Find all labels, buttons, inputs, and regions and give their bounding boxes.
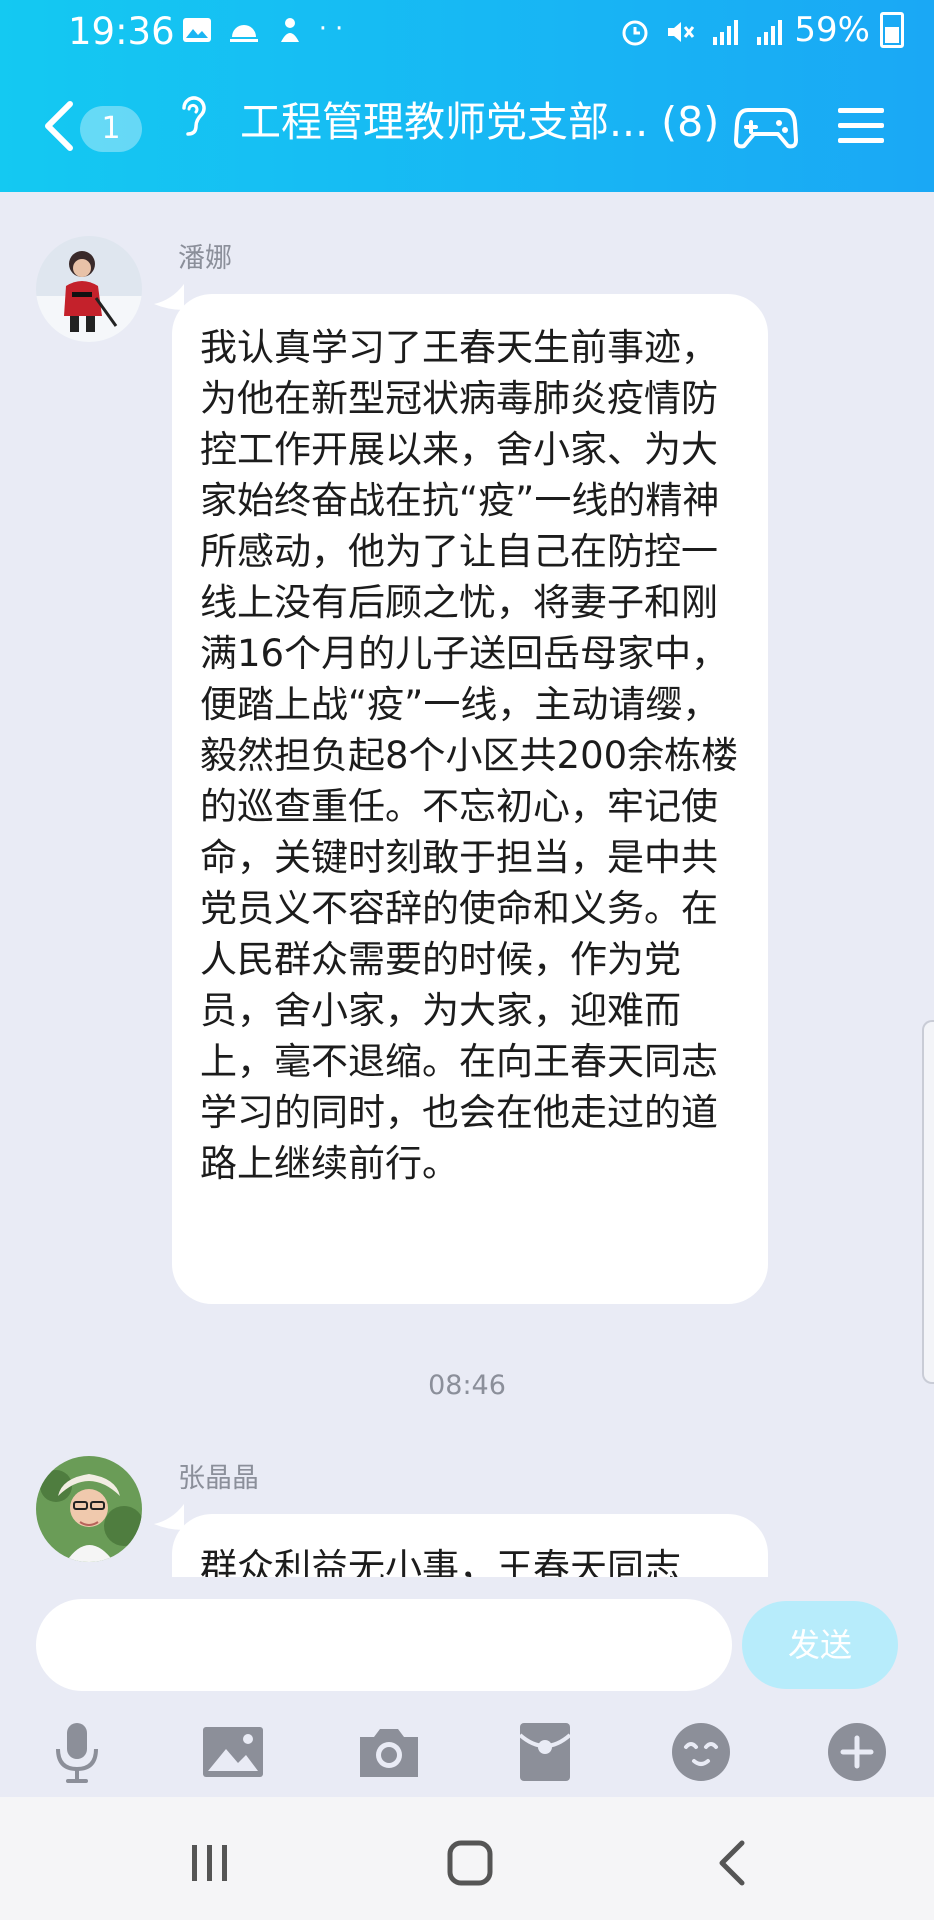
- image-icon[interactable]: [198, 1717, 268, 1787]
- chat-header: 19:36 ·· 59% 1 工程管理教师党支部... (8): [0, 0, 934, 192]
- system-navigation-bar: [0, 1797, 934, 1920]
- camera-icon[interactable]: [354, 1717, 424, 1787]
- battery-percent: 59%: [794, 10, 870, 50]
- status-notification-icons: ··: [182, 14, 351, 44]
- avatar[interactable]: [36, 1456, 142, 1562]
- microphone-icon[interactable]: [42, 1717, 112, 1787]
- 4g-signal-icon: [757, 19, 783, 45]
- recent-apps-icon[interactable]: [180, 1833, 240, 1893]
- sender-name: 潘娜: [178, 243, 232, 274]
- signal-icon: [712, 19, 738, 45]
- menu-icon[interactable]: [836, 104, 886, 148]
- plus-icon[interactable]: [822, 1717, 892, 1787]
- input-bar: 发送: [0, 1577, 934, 1797]
- bubble-tail: [154, 284, 184, 310]
- send-button[interactable]: 发送: [742, 1601, 898, 1689]
- back-chevron-icon[interactable]: [40, 100, 80, 152]
- time-divider: 08:46: [428, 1370, 506, 1401]
- earpiece-mode-icon[interactable]: [176, 92, 210, 138]
- avatar[interactable]: [36, 236, 142, 342]
- status-time: 19:36: [68, 10, 175, 53]
- chat-title[interactable]: 工程管理教师党支部... (8): [240, 88, 719, 148]
- bubble-tail: [154, 1504, 184, 1530]
- weather-icon: [230, 24, 259, 42]
- message-input[interactable]: [36, 1599, 732, 1691]
- red-packet-icon[interactable]: [510, 1717, 580, 1787]
- input-toolbar: [0, 1717, 934, 1787]
- message-list[interactable]: 潘娜 我认真学习了王春天生前事迹，为他在新型冠状病毒肺炎疫情防控工作开展以来，舍…: [0, 192, 934, 1577]
- gamepad-icon[interactable]: [734, 100, 798, 152]
- message-bubble[interactable]: 我认真学习了王春天生前事迹，为他在新型冠状病毒肺炎疫情防控工作开展以来，舍小家、…: [172, 294, 768, 1304]
- status-bar: 19:36 ·· 59%: [0, 0, 934, 64]
- message-bubble[interactable]: 群众利益无小事，王春天同志: [172, 1514, 768, 1577]
- avatar-photo-icon: [36, 236, 142, 342]
- emoji-icon[interactable]: [666, 1717, 736, 1787]
- more-dots-icon: ··: [318, 14, 352, 44]
- sender-name: 张晶晶: [178, 1463, 259, 1494]
- home-icon[interactable]: [440, 1833, 500, 1893]
- alarm-icon: [622, 20, 648, 45]
- avatar-photo-icon: [36, 1456, 142, 1562]
- mute-icon: [667, 21, 694, 42]
- unread-count-badge[interactable]: 1: [80, 106, 142, 152]
- battery-icon: [880, 12, 904, 48]
- status-system-icons: 59%: [620, 10, 904, 50]
- app-icon: [280, 17, 299, 42]
- system-icons: [620, 14, 785, 47]
- image-icon: [183, 17, 211, 42]
- scroll-indicator[interactable]: [922, 1020, 934, 1384]
- back-icon[interactable]: [704, 1833, 764, 1893]
- chat-nav-bar: 1 工程管理教师党支部... (8): [0, 64, 934, 192]
